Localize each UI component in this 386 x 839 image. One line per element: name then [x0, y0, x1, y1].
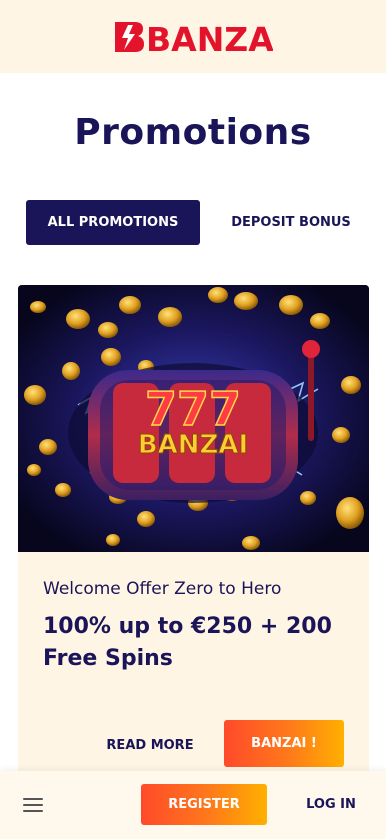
promo-image[interactable]: 777 BANZAI: [18, 285, 369, 552]
logo-wordmark: BANZAI: [146, 20, 273, 54]
tab-all-promotions[interactable]: ALL PROMOTIONS: [26, 200, 200, 245]
site-header: BANZAI: [0, 0, 386, 73]
promotion-tabs: ALL PROMOTIONS DEPOSIT BONUS: [26, 200, 366, 245]
slot-sevens: 777: [145, 382, 241, 436]
promo-subtitle: Welcome Offer Zero to Hero: [43, 579, 282, 599]
bottom-action-bar: REGISTER LOG IN: [0, 771, 386, 839]
promo-card: 777 BANZAI Welcome Offer Zero to Hero 10…: [18, 285, 369, 775]
promo-title: 100% up to €250 + 200 Free Spins: [43, 614, 332, 671]
banzai-logo-mark: BANZAI: [115, 20, 273, 54]
login-button[interactable]: LOG IN: [292, 784, 370, 825]
slot-banzai-text: BANZAI: [138, 430, 248, 460]
slot-machine-illustration: 777 BANZAI: [18, 285, 369, 552]
page-title: Promotions: [74, 112, 312, 153]
register-button[interactable]: REGISTER: [141, 784, 267, 825]
banzai-cta-button[interactable]: BANZAI !: [224, 720, 344, 767]
tab-deposit-bonus[interactable]: DEPOSIT BONUS: [216, 200, 366, 245]
hamburger-menu-icon[interactable]: [23, 798, 43, 812]
read-more-button[interactable]: READ MORE: [100, 723, 200, 768]
banzai-logo[interactable]: BANZAI: [113, 20, 273, 54]
